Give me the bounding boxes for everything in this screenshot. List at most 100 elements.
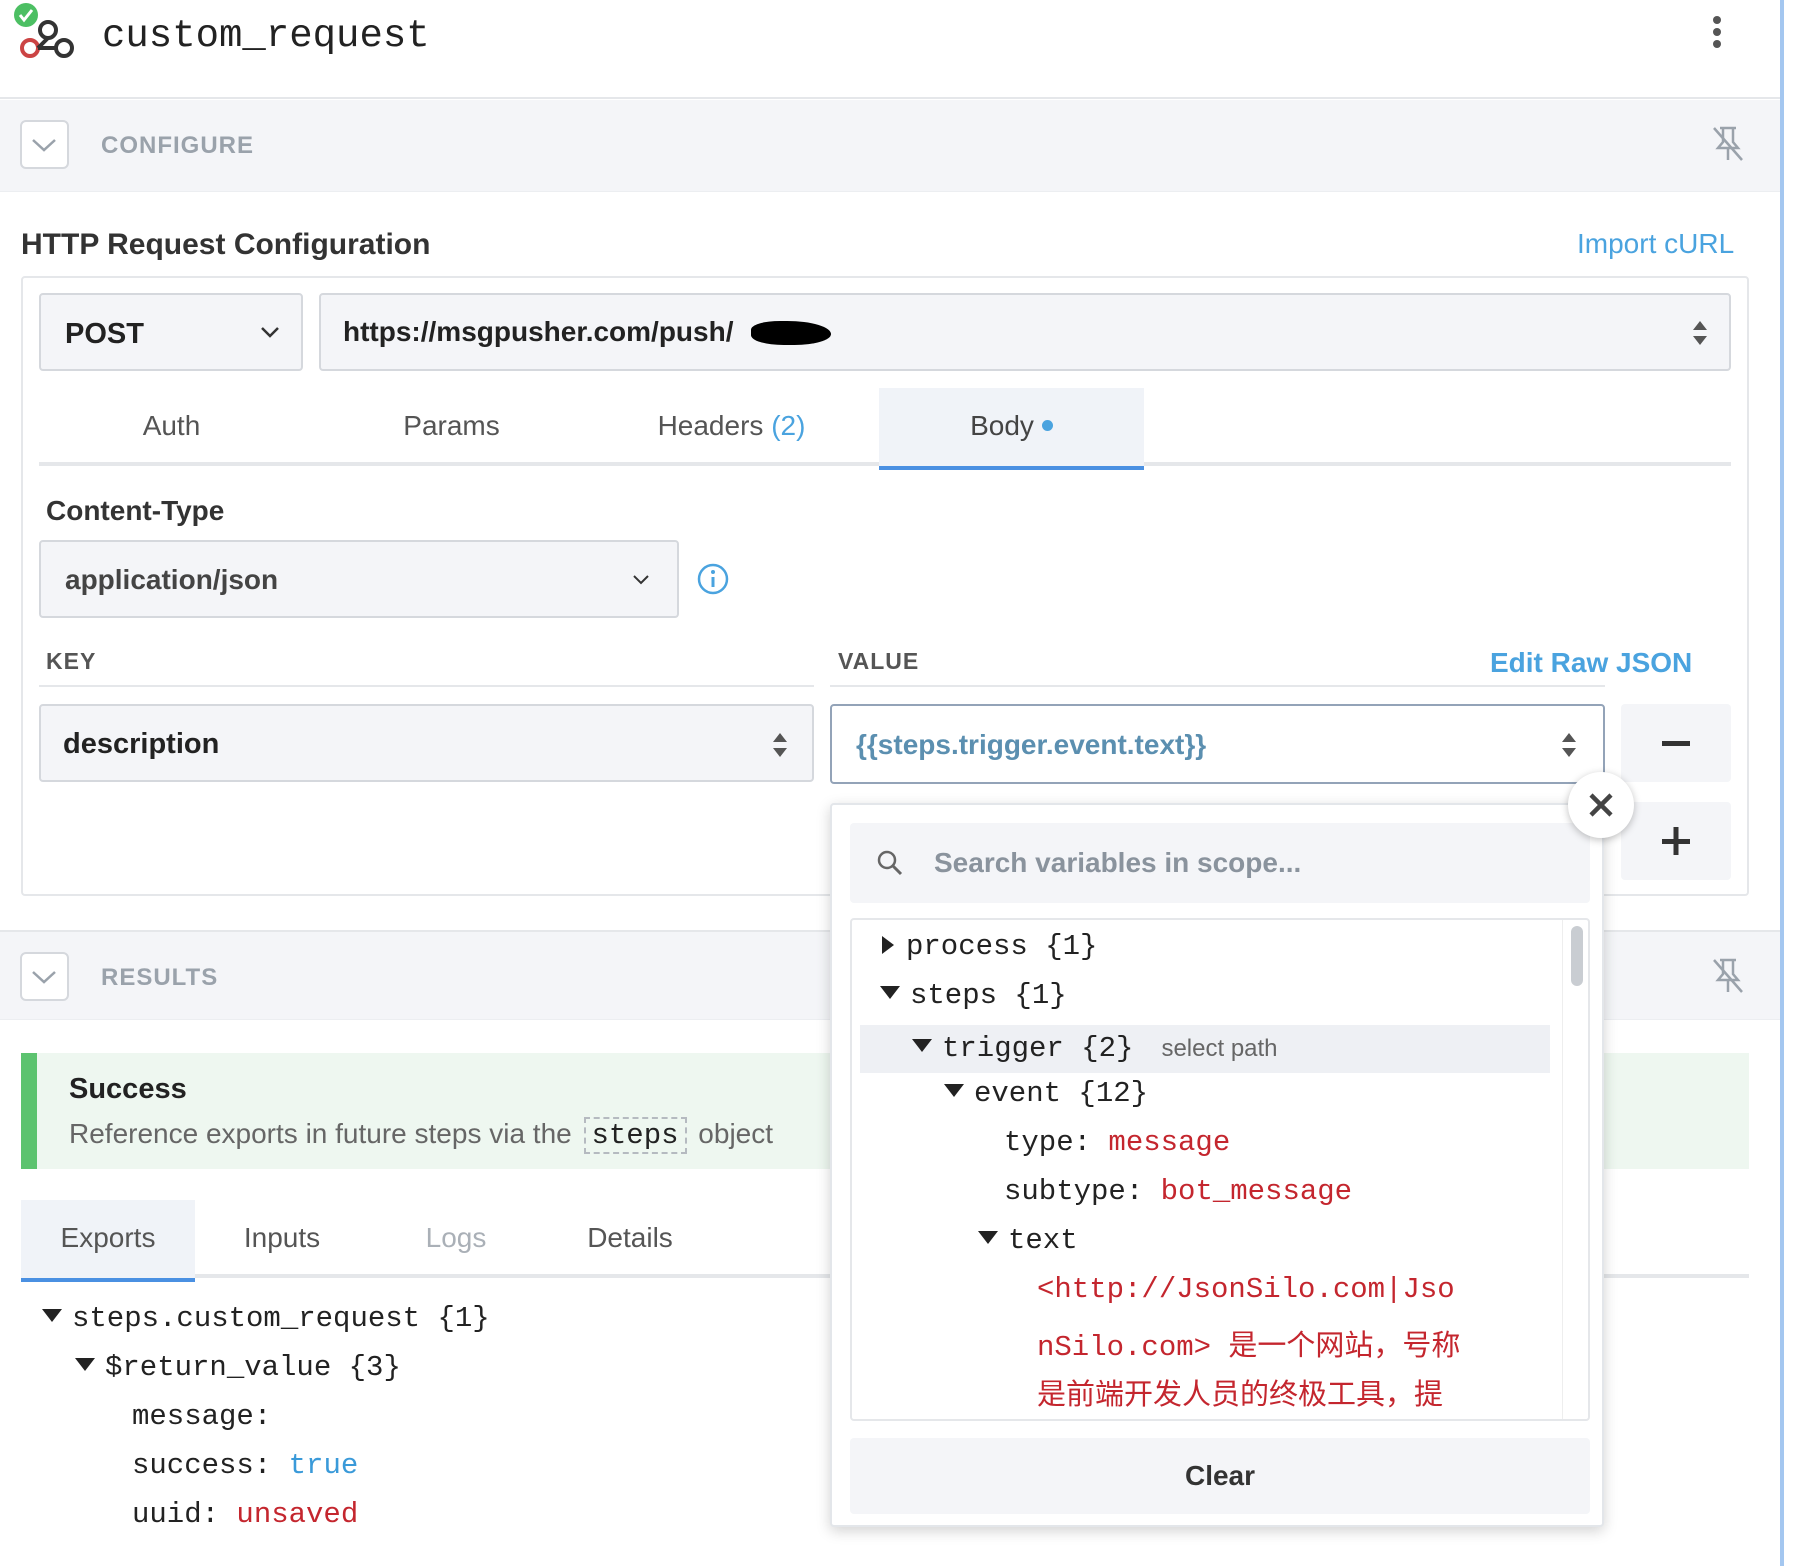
return-value-node[interactable]: $return_value {3} [75, 1351, 401, 1384]
expand-triangle-icon [880, 986, 900, 999]
collapsed-triangle-icon [882, 936, 894, 954]
webhook-check-icon [14, 3, 74, 58]
chevron-down-icon [32, 971, 56, 984]
expand-triangle-icon [75, 1358, 95, 1371]
step-header: custom_request [0, 0, 1780, 99]
variable-search-input[interactable] [934, 841, 1554, 885]
scroll-thumb[interactable] [1571, 926, 1583, 986]
page: custom_request CONFIGURE HTTP Request Co… [0, 0, 1796, 1566]
http-config-heading: HTTP Request Configuration [21, 228, 431, 261]
node-count: {12} [1078, 1077, 1149, 1110]
chevron-down-icon [261, 327, 279, 338]
clear-button[interactable]: Clear [850, 1438, 1590, 1514]
node-name: trigger [942, 1032, 1064, 1065]
tree-node-trigger[interactable]: trigger {2} select path [860, 1025, 1550, 1073]
import-curl-link[interactable]: Import cURL [1577, 228, 1734, 260]
tab-logs[interactable]: Logs [369, 1200, 543, 1278]
success-suffix: object [698, 1118, 774, 1149]
close-popup-button[interactable] [1568, 772, 1634, 838]
configure-label: CONFIGURE [101, 132, 254, 159]
url-field[interactable]: https://msgpusher.com/push/ [319, 293, 1731, 371]
expand-triangle-icon [42, 1309, 62, 1322]
headers-count: (2) [771, 410, 806, 441]
key-column-header: KEY [46, 648, 97, 674]
value-input[interactable]: {{steps.trigger.event.text}} [830, 704, 1605, 784]
content-type-select[interactable]: application/json [39, 540, 679, 618]
method-select[interactable]: POST [39, 293, 303, 371]
content-type-value: application/json [65, 564, 279, 595]
tree-leaf-type[interactable]: type: message [1004, 1126, 1230, 1174]
tab-label: Body [970, 410, 1034, 441]
content-type-label: Content-Type [46, 495, 225, 526]
modified-dot [1041, 420, 1053, 431]
step-title[interactable]: custom_request [102, 14, 430, 58]
tab-headers[interactable]: Headers (2) [599, 388, 864, 466]
key-input[interactable]: description [39, 704, 814, 782]
results-label: RESULTS [101, 964, 219, 991]
text-value-line[interactable]: <http://JsonSilo.com|Jso [1037, 1273, 1455, 1321]
node-name: process [906, 930, 1028, 963]
remove-row-button[interactable] [1621, 704, 1731, 782]
expand-icon[interactable] [771, 730, 789, 760]
tree-node-text[interactable]: text [978, 1224, 1078, 1272]
results-collapse-button[interactable] [20, 952, 69, 1001]
tab-params[interactable]: Params [319, 388, 584, 466]
tab-label: Headers [657, 410, 764, 441]
field-value: true [288, 1449, 359, 1482]
tab-details[interactable]: Details [543, 1200, 717, 1278]
expand-triangle-icon [912, 1039, 932, 1052]
success-message: Reference exports in future steps via th… [69, 1117, 773, 1154]
pin-icon[interactable] [1710, 956, 1746, 996]
divider [39, 685, 814, 687]
success-title: Success [69, 1073, 187, 1105]
expand-triangle-icon [978, 1231, 998, 1244]
add-row-button[interactable] [1621, 802, 1731, 880]
message-field: message: [132, 1400, 271, 1433]
plus-icon [1662, 827, 1690, 855]
node-count: {2} [1081, 1032, 1134, 1065]
configure-section-header: CONFIGURE [0, 100, 1780, 192]
chevron-down-icon [633, 575, 649, 585]
leaf-key: type: [1004, 1126, 1092, 1159]
more-options-icon[interactable] [1700, 12, 1734, 56]
close-icon [1589, 793, 1613, 817]
tree-leaf-subtype[interactable]: subtype: bot_message [1004, 1175, 1352, 1223]
tree-node-process[interactable]: process {1} [882, 930, 1097, 978]
tab-auth[interactable]: Auth [39, 388, 304, 466]
variable-search [850, 823, 1590, 903]
value-column-header: VALUE [838, 648, 920, 674]
node-name: event [974, 1077, 1062, 1110]
leaf-value: message [1108, 1126, 1231, 1159]
divider [830, 685, 1605, 687]
redaction-mark [751, 321, 831, 345]
tree-node-event[interactable]: event {12} [944, 1077, 1148, 1125]
configure-collapse-button[interactable] [20, 120, 69, 169]
export-root-node[interactable]: steps.custom_request {1} [42, 1302, 490, 1335]
node-name: steps [910, 979, 998, 1012]
variable-tree: process {1} steps {1} trigger {2} select … [850, 918, 1590, 1421]
tab-label: Params [403, 410, 500, 441]
tab-inputs[interactable]: Inputs [195, 1200, 369, 1278]
field-key: success: [132, 1449, 272, 1482]
expand-icon[interactable] [1560, 730, 1578, 760]
variable-picker-popup: process {1} steps {1} trigger {2} select … [830, 803, 1604, 1527]
node-count: {1} [1045, 930, 1098, 963]
info-icon[interactable] [696, 562, 730, 596]
edit-raw-json-link[interactable]: Edit Raw JSON [1490, 647, 1692, 679]
leaf-key: subtype: [1004, 1175, 1144, 1208]
tab-exports[interactable]: Exports [21, 1200, 195, 1282]
select-path-hint[interactable]: select path [1161, 1035, 1277, 1062]
node-name: text [1008, 1224, 1078, 1257]
text-value-line[interactable]: nSilo.com> 是一个网站，号称 [1037, 1322, 1460, 1370]
tree-node-steps[interactable]: steps {1} [880, 979, 1067, 1027]
url-value: https://msgpusher.com/push/ [343, 316, 734, 347]
node-label: steps.custom_request {1} [72, 1302, 490, 1335]
node-count: {1} [1014, 979, 1067, 1012]
tree-scrollbar[interactable] [1562, 920, 1588, 1419]
value-expression: {{steps.trigger.event.text}} [856, 729, 1207, 760]
chevron-down-icon [32, 139, 56, 152]
pin-icon[interactable] [1710, 124, 1746, 164]
tab-body[interactable]: Body [879, 388, 1144, 470]
expand-icon[interactable] [1691, 318, 1709, 348]
text-value-line[interactable]: 是前端开发人员的终极工具，提 [1037, 1371, 1443, 1419]
